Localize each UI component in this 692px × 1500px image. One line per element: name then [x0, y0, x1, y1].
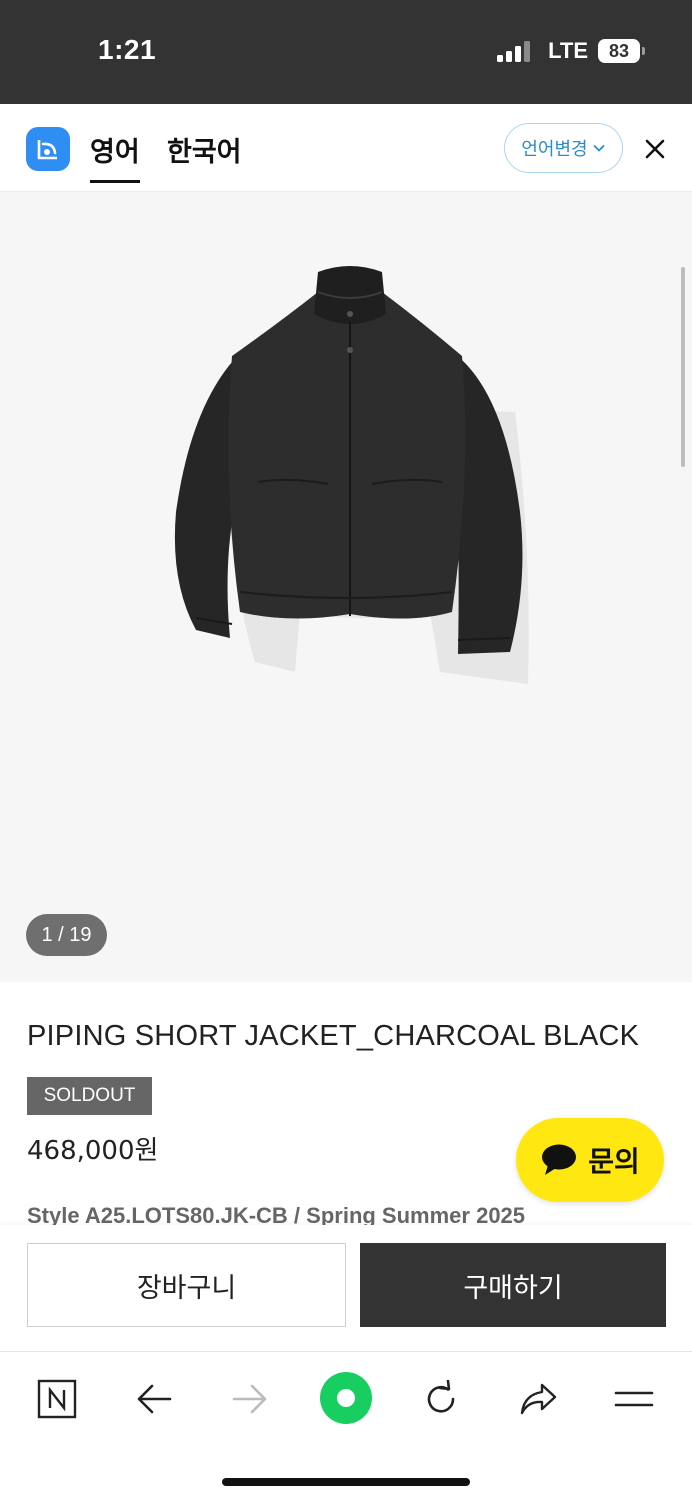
product-image-gallery[interactable]: 1 / 19	[0, 192, 692, 982]
language-change-button[interactable]: 언어변경	[504, 123, 623, 173]
home-indicator[interactable]	[222, 1478, 470, 1486]
image-counter: 1 / 19	[26, 914, 107, 956]
share-icon[interactable]	[513, 1374, 563, 1424]
battery-level: 83	[608, 41, 630, 61]
product-price: 468,000원	[27, 1136, 159, 1166]
close-icon[interactable]	[640, 134, 670, 164]
tab-source-language[interactable]: 영어	[90, 130, 140, 183]
gallery-scrollbar[interactable]	[681, 267, 685, 467]
purchase-bar: 장바구니 구매하기	[0, 1225, 692, 1351]
chat-bubble-icon	[542, 1144, 577, 1175]
language-change-label: 언어변경	[521, 139, 588, 160]
product-title: PIPING SHORT JACKET_CHARCOAL BLACK	[27, 1020, 640, 1052]
status-bar: 1:21 LTE 83	[0, 0, 692, 104]
green-dot-icon[interactable]	[320, 1372, 372, 1424]
tab-target-language[interactable]: 한국어	[167, 130, 242, 169]
inquiry-chat-button[interactable]: 문의	[516, 1118, 664, 1202]
status-indicators: LTE 83	[497, 38, 645, 64]
translate-bar: 영어 한국어 언어변경	[0, 104, 692, 192]
network-label: LTE	[548, 38, 588, 63]
forward-arrow-icon[interactable]	[225, 1374, 275, 1424]
menu-icon[interactable]	[609, 1374, 659, 1424]
soldout-badge: SOLDOUT	[27, 1077, 152, 1115]
back-arrow-icon[interactable]	[129, 1374, 179, 1424]
product-image	[160, 252, 540, 697]
translate-logo-icon	[26, 127, 70, 171]
add-to-cart-button[interactable]: 장바구니	[27, 1243, 346, 1327]
inquiry-label: 문의	[588, 1145, 640, 1178]
status-time: 1:21	[98, 34, 157, 65]
buy-now-button[interactable]: 구매하기	[360, 1243, 666, 1327]
battery-icon: 83	[598, 39, 645, 63]
signal-icon	[497, 40, 531, 62]
chevron-down-icon	[592, 144, 605, 152]
browser-toolbar	[0, 1351, 692, 1500]
reload-icon[interactable]	[416, 1374, 466, 1424]
naver-home-icon[interactable]	[32, 1374, 82, 1424]
product-style-info: Style A25.LOTS80.JK-CB / Spring Summer 2…	[27, 1203, 526, 1225]
